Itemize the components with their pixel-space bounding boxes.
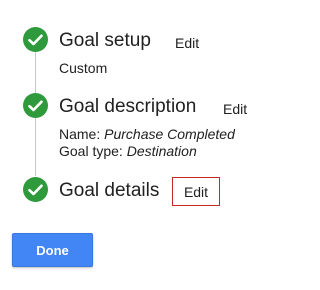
step-title-goal-description: Goal description [59,96,197,117]
edit-goal-details-button[interactable]: Edit [172,177,220,206]
goal-name-value: Purchase Completed [104,126,235,142]
check-circle-icon [23,93,48,118]
check-circle-icon [23,177,48,202]
goal-type-value: Destination [126,143,197,159]
check-circle-icon [23,27,48,52]
done-button[interactable]: Done [12,233,93,267]
step-title-goal-details: Goal details [59,180,160,201]
edit-goal-description-link[interactable]: Edit [223,100,247,118]
edit-goal-setup-link[interactable]: Edit [175,34,199,52]
goal-type-line: Goal type: Destination [59,143,197,160]
step-title-goal-setup: Goal setup [59,30,151,51]
goal-setup-summary: Custom [59,60,108,76]
goal-type-label: Goal type: [59,143,127,159]
goal-name-label: Name: [59,126,105,142]
goal-name-line: Name: Purchase Completed [59,126,235,143]
